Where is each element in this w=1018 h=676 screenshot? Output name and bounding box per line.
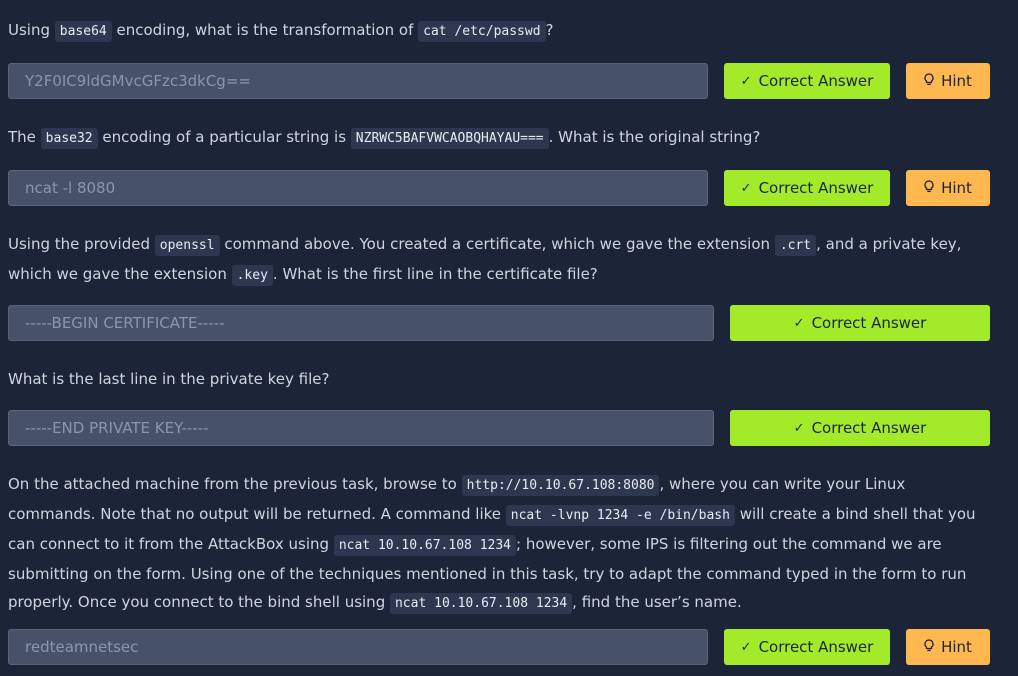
question-4-text: What is the last line in the private key… [8, 365, 988, 393]
question-text: Using the provided [8, 235, 155, 253]
answer-field[interactable]: -----BEGIN CERTIFICATE----- [8, 305, 714, 341]
task-questions: Using base64 encoding, what is the trans… [0, 0, 1018, 676]
inline-code: ncat 10.10.67.108 1234 [389, 593, 573, 614]
inline-code: .key [231, 265, 273, 286]
answer-field[interactable]: ncat -l 8080 [8, 170, 708, 206]
button-label: Hint [941, 72, 972, 90]
check-icon: ✓ [740, 73, 752, 89]
button-label: Correct Answer [811, 419, 927, 437]
answer-field[interactable]: -----END PRIVATE KEY----- [8, 410, 714, 446]
question-3-answer-row: -----BEGIN CERTIFICATE----- ✓ Correct An… [8, 305, 990, 341]
check-icon: ✓ [793, 315, 805, 331]
question-text: encoding of a particular string is [97, 128, 351, 146]
button-label: Correct Answer [811, 314, 927, 332]
answer-field[interactable]: Y2F0IC9ldGMvcGFzc3dkCg== [8, 63, 708, 99]
inline-code: openssl [154, 235, 220, 256]
question-text: , find the user’s name. [572, 593, 742, 611]
question-text: . What is the first line in the certific… [272, 265, 598, 283]
question-text: ? [545, 21, 554, 39]
inline-code: base64 [54, 21, 112, 42]
button-label: Hint [941, 179, 972, 197]
hint-button[interactable]: Hint [906, 629, 990, 665]
question-text: What is the last line in the private key… [8, 370, 330, 388]
question-text: . What is the original string? [548, 128, 761, 146]
lightbulb-icon [924, 73, 934, 89]
question-1-text: Using base64 encoding, what is the trans… [8, 16, 988, 46]
hint-button[interactable]: Hint [906, 170, 990, 206]
correct-answer-button[interactable]: ✓ Correct Answer [730, 305, 990, 341]
question-text: encoding, what is the transformation of [111, 21, 419, 39]
button-label: Correct Answer [758, 179, 874, 197]
inline-code: NZRWC5BAFVWCAOBQHAYAU=== [350, 128, 549, 149]
hint-button[interactable]: Hint [906, 63, 990, 99]
inline-code: ncat -lvnp 1234 -e /bin/bash [505, 505, 735, 526]
lightbulb-icon [924, 180, 934, 196]
question-text: command above. You created a certificate… [219, 235, 775, 253]
question-5-text: On the attached machine from the previou… [8, 470, 988, 618]
question-5-answer-row: redteamnetsec ✓ Correct Answer Hint [8, 629, 990, 665]
answer-field[interactable]: redteamnetsec [8, 629, 708, 665]
correct-answer-button[interactable]: ✓ Correct Answer [724, 63, 890, 99]
button-label: Correct Answer [758, 638, 874, 656]
question-1-answer-row: Y2F0IC9ldGMvcGFzc3dkCg== ✓ Correct Answe… [8, 63, 990, 99]
question-text: On the attached machine from the previou… [8, 475, 462, 493]
inline-code: base32 [40, 128, 98, 149]
correct-answer-button[interactable]: ✓ Correct Answer [730, 410, 990, 446]
question-2-text: The base32 encoding of a particular stri… [8, 123, 988, 153]
inline-code: ncat 10.10.67.108 1234 [333, 535, 516, 556]
check-icon: ✓ [740, 639, 752, 655]
inline-code: .crt [774, 235, 817, 256]
lightbulb-icon [924, 639, 934, 655]
correct-answer-button[interactable]: ✓ Correct Answer [724, 170, 890, 206]
question-3-text: Using the provided openssl command above… [8, 230, 988, 290]
question-text: Using [8, 21, 55, 39]
question-2-answer-row: ncat -l 8080 ✓ Correct Answer Hint [8, 170, 990, 206]
question-4-answer-row: -----END PRIVATE KEY----- ✓ Correct Answ… [8, 410, 990, 446]
check-icon: ✓ [740, 180, 752, 196]
correct-answer-button[interactable]: ✓ Correct Answer [724, 629, 890, 665]
button-label: Hint [941, 638, 972, 656]
inline-code: http://10.10.67.108:8080 [461, 475, 660, 496]
check-icon: ✓ [793, 420, 805, 436]
inline-code: cat /etc/passwd [418, 21, 546, 42]
question-text: The [8, 128, 41, 146]
button-label: Correct Answer [758, 72, 874, 90]
